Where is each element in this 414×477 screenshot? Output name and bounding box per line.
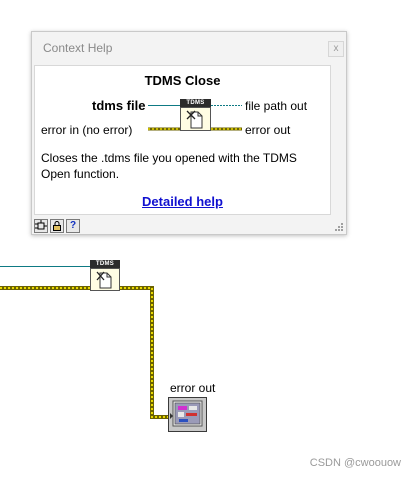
block-diagram: TDMS error out Context Help x TDMS Close… xyxy=(0,0,414,477)
help-button[interactable]: ? xyxy=(66,219,80,233)
question-icon: ? xyxy=(69,220,77,231)
help-tdms-close-node: TDMS xyxy=(180,99,211,131)
node-body xyxy=(90,268,120,291)
node-header: TDMS xyxy=(90,260,120,268)
error-out-indicator[interactable] xyxy=(168,397,207,432)
lock-button[interactable] xyxy=(50,219,64,233)
indicator-label: error out xyxy=(170,381,216,395)
help-node-body xyxy=(180,107,211,131)
watermark: CSDN @cwoouow xyxy=(309,457,401,469)
help-content: TDMS Close tdms file error in (no error)… xyxy=(34,65,331,215)
show-optional-terminals-icon xyxy=(35,220,47,230)
help-node-header: TDMS xyxy=(180,99,211,107)
show-optional-terminals-button[interactable] xyxy=(34,219,48,233)
error-wire-out[interactable] xyxy=(120,286,170,419)
title-bar[interactable]: Context Help x xyxy=(32,32,346,62)
resize-grip-icon[interactable] xyxy=(335,223,344,232)
tdms-close-node[interactable]: TDMS xyxy=(90,260,120,291)
close-button[interactable]: x xyxy=(328,41,344,57)
close-file-icon xyxy=(96,271,112,289)
error-cluster-icon xyxy=(170,400,203,427)
help-description: Closes the .tdms file you opened with th… xyxy=(41,151,297,181)
detailed-help-link[interactable]: Detailed help xyxy=(35,194,330,209)
lock-icon xyxy=(53,221,61,231)
close-icon: x xyxy=(333,43,339,54)
context-help-window[interactable]: Context Help x TDMS Close tdms file erro… xyxy=(31,31,347,235)
close-file-icon xyxy=(186,110,203,129)
window-title: Context Help xyxy=(43,41,113,55)
